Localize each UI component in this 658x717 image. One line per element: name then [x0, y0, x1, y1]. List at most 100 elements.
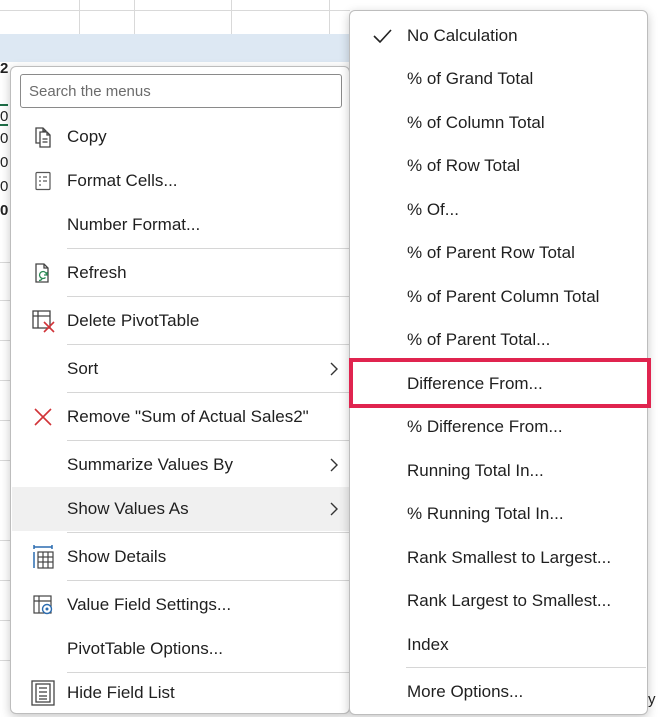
- menu-item-label: Sort: [67, 359, 99, 378]
- search-menus-input[interactable]: [20, 74, 342, 108]
- submenu-item-label: Rank Largest to Smallest...: [407, 590, 612, 610]
- cell-fragment[interactable]: 0: [0, 200, 8, 222]
- submenu-item-label: More Options...: [407, 681, 524, 701]
- menu-separator: [67, 344, 349, 345]
- menu-item-label: Value Field Settings...: [67, 595, 232, 614]
- menu-item-pivottable-options[interactable]: PivotTable Options...: [12, 627, 349, 671]
- submenu-item-label: No Calculation: [407, 25, 518, 45]
- submenu-item-pct-column-total[interactable]: % of Column Total: [351, 101, 647, 144]
- submenu-item-pct-parent-column-total[interactable]: % of Parent Column Total: [351, 275, 647, 318]
- gridline: [79, 0, 80, 34]
- menu-item-label: Number Format...: [67, 215, 201, 234]
- menu-item-number-format[interactable]: Number Format...: [12, 203, 349, 247]
- submenu-item-pct-grand-total[interactable]: % of Grand Total: [351, 57, 647, 100]
- menu-item-show-details[interactable]: Show Details: [12, 535, 349, 579]
- gridline: [0, 660, 10, 661]
- submenu-item-label: % of Row Total: [407, 155, 521, 175]
- menu-item-delete-pivottable[interactable]: Delete PivotTable: [12, 299, 349, 343]
- menu-separator: [67, 532, 349, 533]
- menu-item-label: Format Cells...: [67, 171, 178, 190]
- menu-item-label: Show Values As: [67, 499, 189, 518]
- gridline: [0, 300, 10, 301]
- copy-icon: [29, 123, 57, 151]
- menu-item-sort[interactable]: Sort: [12, 347, 349, 391]
- menu-item-remove-field[interactable]: Remove "Sum of Actual Sales2": [12, 395, 349, 439]
- submenu-item-label: % of Parent Column Total: [407, 286, 600, 306]
- menu-item-label: Remove "Sum of Actual Sales2": [67, 407, 309, 426]
- submenu-item-index[interactable]: Index: [351, 623, 647, 666]
- submenu-item-label: Running Total In...: [407, 460, 544, 480]
- submenu-item-rank-largest-to-smallest[interactable]: Rank Largest to Smallest...: [351, 579, 647, 622]
- chevron-right-icon: [325, 360, 343, 378]
- show-values-as-submenu: No Calculation % of Grand Total % of Col…: [349, 10, 648, 715]
- context-menu: Copy Format Cells... Number Format...: [10, 66, 350, 714]
- submenu-item-no-calculation[interactable]: No Calculation: [351, 14, 647, 57]
- menu-item-label: Refresh: [67, 263, 127, 282]
- submenu-item-label: % of Parent Row Total: [407, 242, 575, 262]
- delete-pivottable-icon: [29, 307, 57, 335]
- field-list-icon: [29, 679, 57, 707]
- submenu-item-pct-running-total-in[interactable]: % Running Total In...: [351, 492, 647, 535]
- submenu-item-pct-parent-total[interactable]: % of Parent Total...: [351, 318, 647, 361]
- menu-separator: [67, 580, 349, 581]
- menu-item-format-cells[interactable]: Format Cells...: [12, 159, 349, 203]
- submenu-item-label: % Running Total In...: [407, 503, 564, 523]
- value-field-settings-icon: [29, 591, 57, 619]
- submenu-item-label: % Difference From...: [407, 416, 563, 436]
- gridline: [0, 620, 10, 621]
- submenu-item-rank-smallest-to-largest[interactable]: Rank Smallest to Largest...: [351, 536, 647, 579]
- gridline: [0, 420, 10, 421]
- gridline: [0, 10, 350, 11]
- gridline: [329, 0, 330, 34]
- submenu-item-label: % of Column Total: [407, 112, 545, 132]
- menu-item-label: Copy: [67, 127, 107, 146]
- submenu-item-pct-row-total[interactable]: % of Row Total: [351, 144, 647, 187]
- menu-separator: [67, 248, 349, 249]
- submenu-item-label: % of Parent Total...: [407, 329, 551, 349]
- submenu-item-label: % Of...: [407, 199, 459, 219]
- menu-separator: [67, 440, 349, 441]
- submenu-item-label: % of Grand Total: [407, 68, 534, 88]
- cell-fragment-active[interactable]: 0: [0, 104, 8, 126]
- menu-item-copy[interactable]: Copy: [12, 115, 349, 159]
- cell-fragment[interactable]: 0: [0, 152, 8, 174]
- gridline: [0, 380, 10, 381]
- cell-fragment-right: y: [648, 691, 656, 708]
- menu-item-label: Hide Field List: [67, 683, 175, 702]
- cell-fragment[interactable]: 0: [0, 128, 8, 150]
- menu-item-label: Summarize Values By: [67, 455, 233, 474]
- sheet-right-edge: [648, 12, 658, 632]
- gridline: [0, 460, 10, 461]
- submenu-item-label: Difference From...: [407, 373, 543, 393]
- menu-item-hide-field-list[interactable]: Hide Field List: [12, 671, 349, 715]
- show-details-icon: [29, 543, 57, 571]
- menu-item-show-values-as[interactable]: Show Values As: [12, 487, 349, 531]
- gridline: [0, 262, 10, 263]
- menu-item-value-field-settings[interactable]: Value Field Settings...: [12, 583, 349, 627]
- chevron-right-icon: [325, 500, 343, 518]
- submenu-separator: [406, 667, 646, 668]
- cell-fragment[interactable]: 0: [0, 176, 8, 198]
- checkmark-icon: [373, 28, 392, 43]
- submenu-item-label: Index: [407, 634, 449, 654]
- menu-item-summarize-values-by[interactable]: Summarize Values By: [12, 443, 349, 487]
- submenu-item-pct-difference-from[interactable]: % Difference From...: [351, 405, 647, 448]
- refresh-icon: [29, 259, 57, 287]
- gridline: [0, 580, 10, 581]
- gridline: [134, 0, 135, 34]
- gridline: [0, 340, 10, 341]
- submenu-item-pct-of[interactable]: % Of...: [351, 188, 647, 231]
- menu-separator: [67, 296, 349, 297]
- chevron-right-icon: [325, 456, 343, 474]
- submenu-item-more-options[interactable]: More Options...: [351, 670, 647, 713]
- gridline: [231, 0, 232, 34]
- gridline: [0, 540, 10, 541]
- submenu-item-running-total-in[interactable]: Running Total In...: [351, 449, 647, 492]
- remove-x-icon: [29, 403, 57, 431]
- cell-fragment[interactable]: 2: [0, 58, 8, 80]
- menu-item-refresh[interactable]: Refresh: [12, 251, 349, 295]
- format-cells-icon: [29, 167, 57, 195]
- submenu-item-pct-parent-row-total[interactable]: % of Parent Row Total: [351, 231, 647, 274]
- submenu-item-label: Rank Smallest to Largest...: [407, 547, 612, 567]
- submenu-item-difference-from[interactable]: Difference From...: [351, 362, 647, 405]
